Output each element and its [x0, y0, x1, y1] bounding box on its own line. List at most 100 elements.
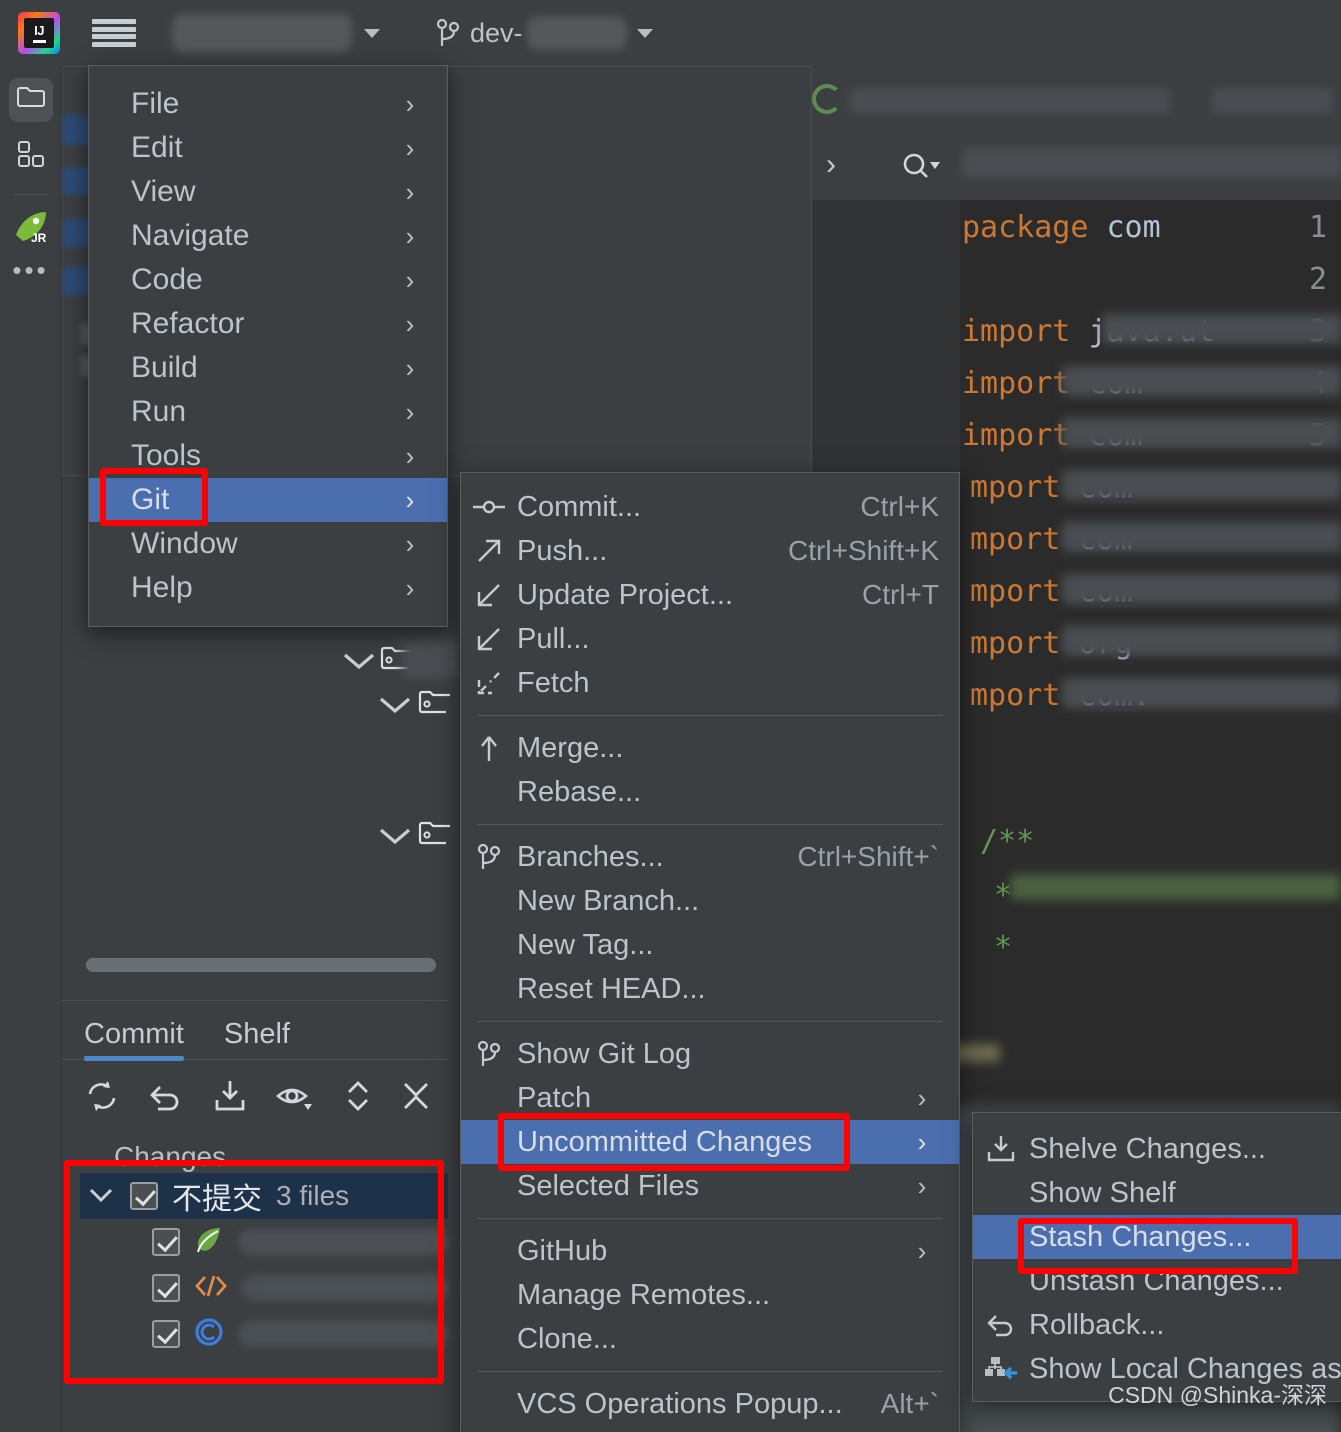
line-number: 1: [1308, 210, 1327, 245]
menu-item-reset-head[interactable]: Reset HEAD...: [461, 967, 959, 1011]
menu-item-build[interactable]: Build ›: [89, 346, 447, 390]
menu-item-rebase[interactable]: Rebase...: [461, 770, 959, 814]
tab-shelf[interactable]: Shelf: [224, 1018, 290, 1059]
file-checkbox[interactable]: [152, 1320, 180, 1348]
tab-commit[interactable]: Commit: [84, 1018, 184, 1061]
menu-item-pull[interactable]: Pull...: [461, 617, 959, 661]
modules-icon: [17, 140, 45, 173]
folder-icon: [16, 85, 46, 116]
hamburger-menu-icon[interactable]: [92, 16, 136, 50]
file-checkbox[interactable]: [152, 1228, 180, 1256]
chevron-down-icon[interactable]: [376, 692, 414, 721]
menu-item-patch[interactable]: Patch ›: [461, 1076, 959, 1120]
rollback-icon[interactable]: [148, 1078, 184, 1119]
chevron-right-icon: ›: [917, 1082, 927, 1113]
changed-file-row[interactable]: [80, 1311, 448, 1357]
menu-item-stash-changes[interactable]: Stash Changes...: [973, 1215, 1341, 1259]
menu-item-fetch[interactable]: Fetch: [461, 661, 959, 705]
chevron-down-icon[interactable]: [340, 648, 378, 677]
menu-item-edit[interactable]: Edit ›: [89, 126, 447, 170]
menu-item-rollback[interactable]: Rollback...: [973, 1303, 1341, 1347]
menu-item-clone[interactable]: Clone...: [461, 1317, 959, 1361]
search-icon[interactable]: [900, 150, 940, 187]
expand-collapse-icon[interactable]: [344, 1078, 372, 1119]
menu-item-unstash-changes[interactable]: Unstash Changes...: [973, 1259, 1341, 1303]
menu-item-github[interactable]: GitHub ›: [461, 1229, 959, 1273]
sidebar-item-structure[interactable]: [9, 134, 53, 178]
rail-divider: [12, 194, 49, 195]
branch-name: dev-: [470, 17, 523, 48]
menu-item-merge[interactable]: Merge...: [461, 726, 959, 770]
chevron-right-icon: ›: [405, 396, 415, 427]
menu-item-navigate[interactable]: Navigate ›: [89, 214, 447, 258]
file-checkbox[interactable]: [152, 1274, 180, 1302]
git-submenu[interactable]: Commit... Ctrl+K Push... Ctrl+Shift+K Up…: [460, 472, 960, 1432]
changelist-row[interactable]: 不提交 3 files: [80, 1173, 448, 1219]
title-bar: IJ dev-: [0, 0, 1341, 66]
menu-item-window[interactable]: Window ›: [89, 522, 447, 566]
menu-item-help[interactable]: Help ›: [89, 566, 447, 610]
menu-item-show-shelf[interactable]: Show Shelf: [973, 1171, 1341, 1215]
menu-item-run[interactable]: Run ›: [89, 390, 447, 434]
pull-icon: [461, 624, 517, 654]
sidebar-item-jrebel[interactable]: JR: [9, 207, 53, 251]
changed-file-row[interactable]: [80, 1219, 448, 1265]
menu-item-new-tag[interactable]: New Tag...: [461, 923, 959, 967]
chevron-right-icon[interactable]: ›: [826, 148, 836, 182]
menu-item-new-branch[interactable]: New Branch...: [461, 879, 959, 923]
chevron-down-icon: [364, 28, 380, 38]
main-menu[interactable]: File › Edit › View › Navigate › Code › Refact…: [88, 65, 448, 627]
close-icon[interactable]: [400, 1078, 432, 1119]
xml-code-icon: [194, 1272, 228, 1305]
menu-item-view[interactable]: View ›: [89, 170, 447, 214]
menu-item-git[interactable]: Git ›: [89, 478, 447, 522]
chevron-down-icon[interactable]: [376, 823, 414, 852]
changelist-name: 不提交: [172, 1183, 262, 1216]
changed-file-row[interactable]: [80, 1265, 448, 1311]
push-icon: [461, 536, 517, 566]
changes-section-label: Changes: [114, 1141, 227, 1172]
changelist-file-count: 3 files: [276, 1180, 350, 1211]
project-selector[interactable]: [172, 14, 380, 52]
more-dots-icon[interactable]: •••: [0, 257, 61, 283]
menu-separator: [477, 1371, 943, 1372]
menu-item-selected-files[interactable]: Selected Files ›: [461, 1164, 959, 1208]
shelve-icon: [973, 1134, 1029, 1164]
chevron-down-icon[interactable]: [86, 1184, 116, 1209]
uncommitted-changes-submenu[interactable]: Shelve Changes... Show Shelf Stash Chang…: [972, 1112, 1341, 1402]
eye-icon[interactable]: [276, 1080, 316, 1117]
menu-item-file[interactable]: File ›: [89, 82, 447, 126]
branch-name-redacted: [526, 16, 627, 50]
menu-item-code[interactable]: Code ›: [89, 258, 447, 302]
menu-item-show-git-log[interactable]: Show Git Log: [461, 1032, 959, 1076]
menu-item-shelve-changes[interactable]: Shelve Changes...: [973, 1127, 1341, 1171]
menu-item-vcs-operations-popup[interactable]: VCS Operations Popup... Alt+`: [461, 1382, 959, 1426]
javadoc-line: /**: [980, 824, 1035, 859]
shortcut: Ctrl+T: [862, 579, 939, 610]
update-icon: [461, 580, 517, 610]
menu-item-manage-remotes[interactable]: Manage Remotes...: [461, 1273, 959, 1317]
file-name-redacted: [238, 1321, 448, 1347]
shelve-icon[interactable]: [212, 1078, 248, 1119]
refresh-icon[interactable]: [84, 1078, 120, 1119]
menu-item-branches[interactable]: Branches... Ctrl+Shift+`: [461, 835, 959, 879]
show-diff-icon: [973, 1355, 1029, 1383]
menu-separator: [477, 824, 943, 825]
menu-separator: [477, 1218, 943, 1219]
branch-selector[interactable]: dev-: [436, 16, 653, 50]
changelist-checkbox[interactable]: [130, 1182, 158, 1210]
chevron-right-icon: ›: [405, 572, 415, 603]
menu-item-refactor[interactable]: Refactor ›: [89, 302, 447, 346]
menu-item-push[interactable]: Push... Ctrl+Shift+K: [461, 529, 959, 573]
chevron-right-icon: ›: [405, 176, 415, 207]
horizontal-scrollbar[interactable]: [86, 958, 436, 972]
menu-item-commit[interactable]: Commit... Ctrl+K: [461, 485, 959, 529]
sidebar-item-project[interactable]: [8, 78, 53, 122]
chevron-right-icon: ›: [917, 1126, 927, 1157]
menu-item-update-project[interactable]: Update Project... Ctrl+T: [461, 573, 959, 617]
rollback-icon: [973, 1311, 1029, 1339]
menu-item-uncommitted-changes[interactable]: Uncommitted Changes ›: [461, 1120, 959, 1164]
rocket-jr-icon: JR: [12, 210, 50, 249]
chevron-right-icon: ›: [405, 484, 415, 515]
menu-item-tools[interactable]: Tools ›: [89, 434, 447, 478]
